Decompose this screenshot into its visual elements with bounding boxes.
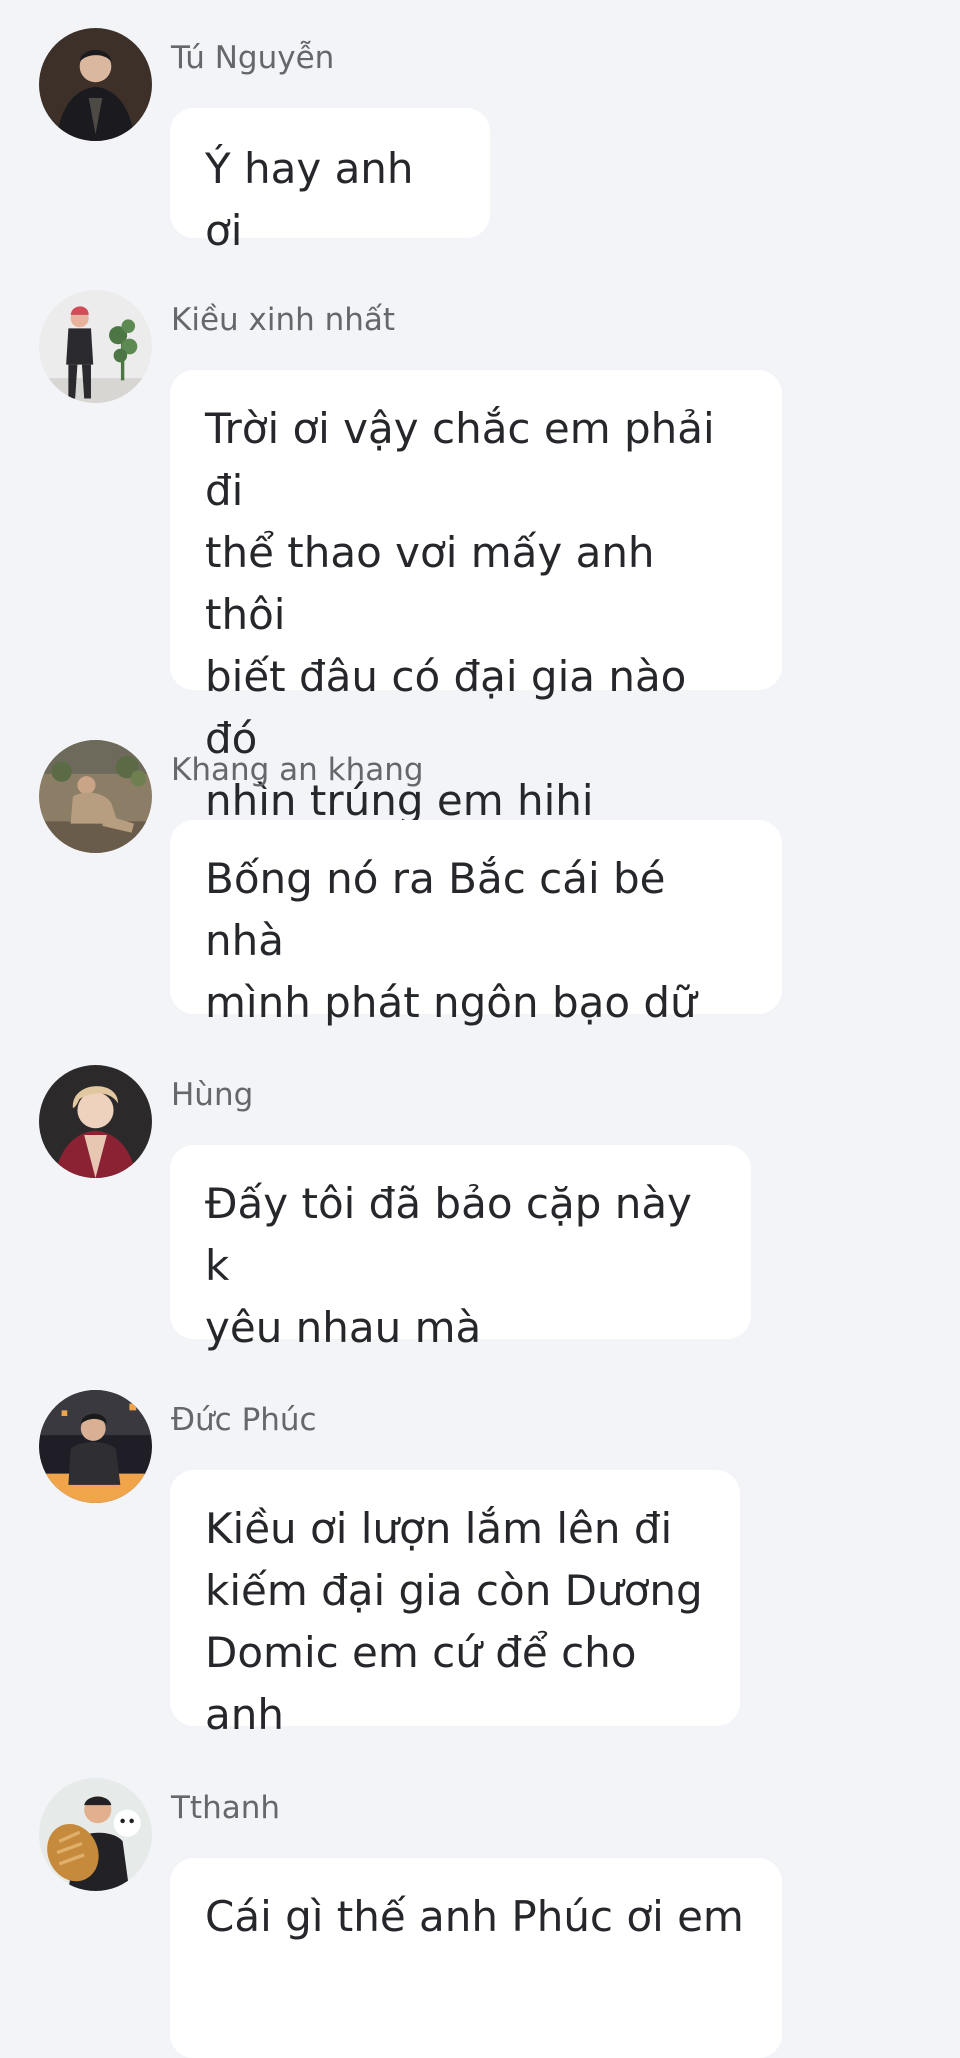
message-bubble[interactable]: Kiều ơi lượn lắm lên đi kiếm đại gia còn… [170,1470,740,1739]
sender-name[interactable]: Đức Phúc [171,1400,317,1440]
avatar-man-evening-city-icon [39,1390,152,1503]
sender-name[interactable]: Kiều xinh nhất [171,300,395,340]
message-bubble[interactable]: Trời ơi vậy chắc em phải đi thể thao vơi… [170,370,782,825]
message-bubble[interactable]: Cái gì thế anh Phúc ơi em [170,1858,782,2058]
sender-name[interactable]: Tthanh [171,1788,280,1828]
comment-thread: Tú Nguyễn Ý hay anh ơi Kiều xinh nhất Tr… [0,0,960,2058]
avatar[interactable] [39,1065,152,1178]
avatar-man-with-bread-icon [39,1778,152,1891]
sender-name[interactable]: Tú Nguyễn [171,38,334,78]
sender-name[interactable]: Khang an khang [171,750,424,790]
avatar-blonde-man-icon [39,1065,152,1178]
avatar-man-dark-shirt-icon [39,28,152,141]
sender-name[interactable]: Hùng [171,1075,253,1115]
message-bubble[interactable]: Đấy tôi đã bảo cặp này k yêu nhau mà [170,1145,751,1352]
avatar-person-sitting-room-icon [39,740,152,853]
avatar[interactable] [39,1778,152,1891]
avatar-person-with-plant-icon [39,290,152,403]
avatar[interactable] [39,1390,152,1503]
avatar[interactable] [39,28,152,141]
message-bubble[interactable]: Bống nó ra Bắc cái bé nhà mình phát ngôn… [170,820,782,1027]
avatar[interactable] [39,290,152,403]
message-bubble[interactable]: Ý hay anh ơi [170,108,490,255]
avatar[interactable] [39,740,152,853]
